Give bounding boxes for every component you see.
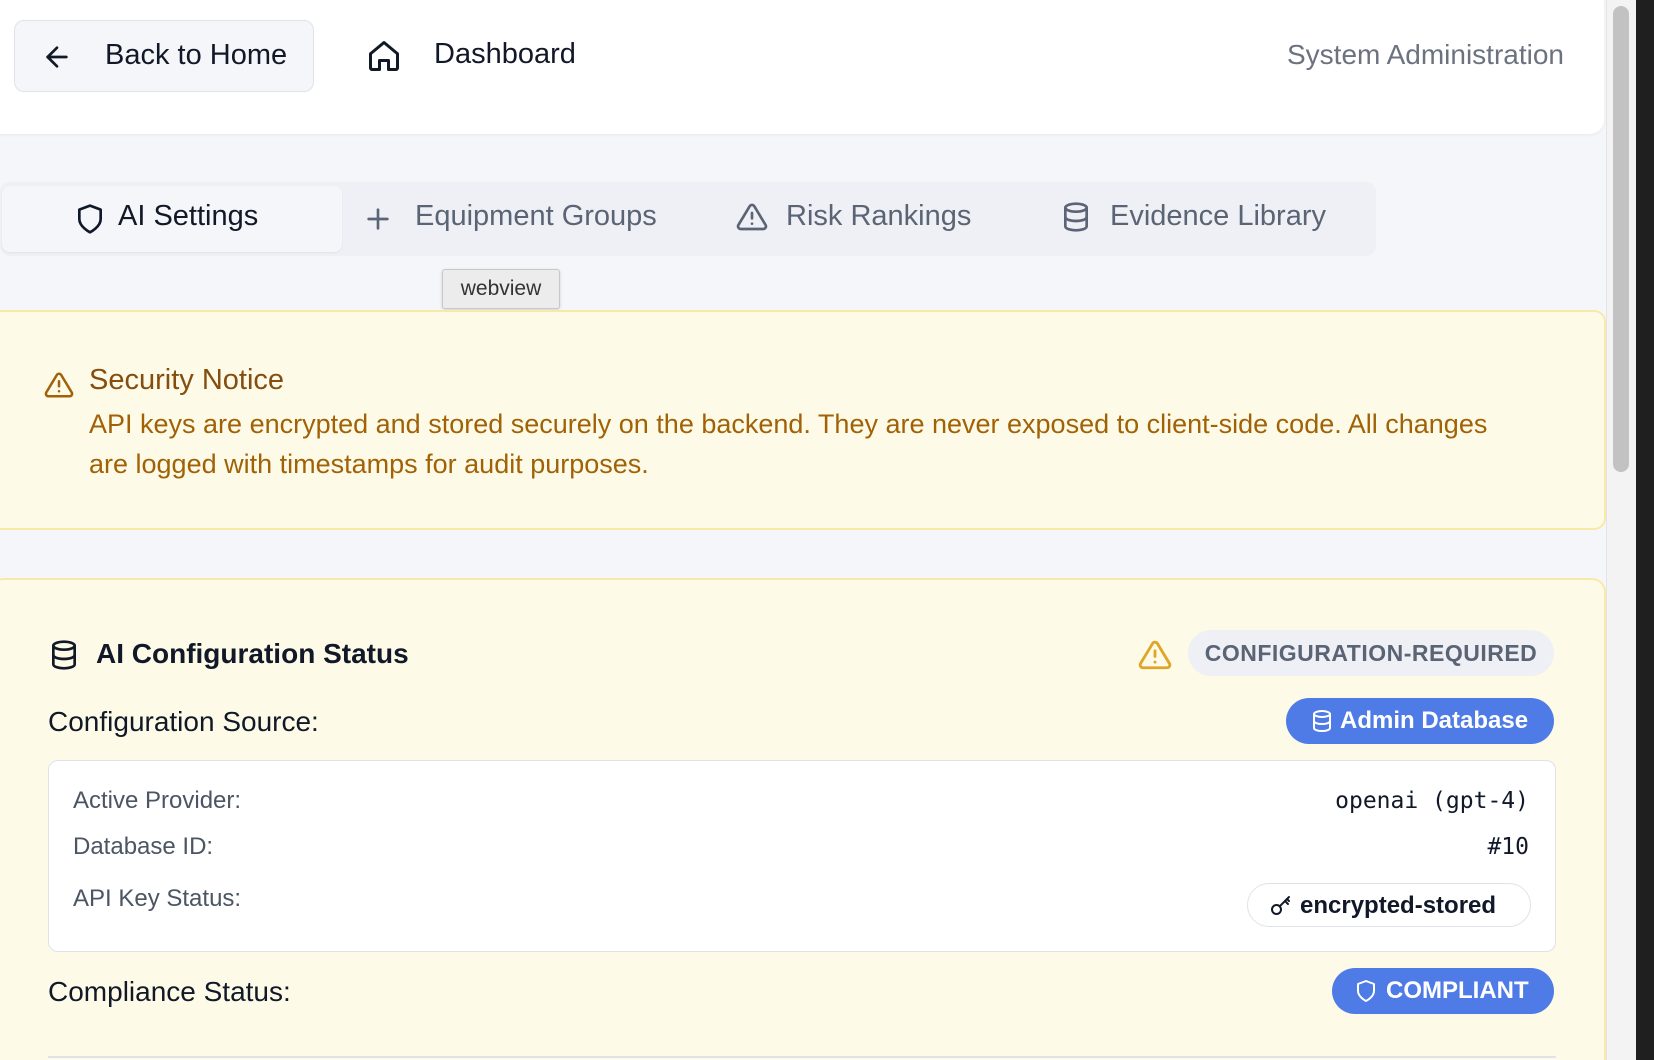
window-edge — [1636, 0, 1654, 1060]
page-title: Dashboard — [434, 38, 576, 70]
tooltip: webview — [442, 269, 560, 309]
back-to-home-button[interactable]: Back to Home — [14, 20, 314, 92]
database-icon — [52, 640, 76, 670]
config-details-panel: Active Provider: openai (gpt-4) Database… — [48, 760, 1556, 952]
tab-evidence-library[interactable]: Evidence Library — [1046, 182, 1366, 256]
tab-risk-rankings[interactable]: Risk Rankings — [720, 182, 1000, 256]
arrow-left-icon — [46, 46, 68, 68]
status-badge: CONFIGURATION-REQUIRED — [1188, 630, 1554, 676]
source-badge: Admin Database — [1286, 698, 1554, 744]
warning-triangle-icon — [736, 203, 768, 231]
detail-label: Database ID: — [73, 833, 214, 860]
warning-triangle-icon — [44, 372, 74, 398]
database-icon — [1313, 710, 1331, 732]
tab-label: Evidence Library — [1110, 200, 1326, 232]
detail-label: API Key Status: — [73, 885, 242, 912]
detail-value: #10 — [1487, 834, 1529, 860]
tab-label: AI Settings — [118, 200, 259, 232]
source-value: Admin Database — [1340, 707, 1529, 734]
settings-tabs: AI Settings Equipment Groups Risk Rankin… — [0, 182, 1376, 256]
warning-triangle-icon — [1138, 640, 1172, 670]
api-key-status-badge: encrypted-stored — [1247, 883, 1531, 927]
security-notice: Security Notice API keys are encrypted a… — [0, 310, 1606, 530]
key-icon — [1271, 896, 1290, 915]
detail-value: openai (gpt-4) — [1335, 788, 1529, 814]
tab-ai-settings[interactable]: AI Settings — [2, 186, 342, 252]
plus-icon — [367, 208, 389, 230]
compliance-status-label: Compliance Status: — [48, 976, 291, 1007]
shield-icon — [1357, 980, 1375, 1002]
page: Back to Home Dashboard System Administra… — [0, 0, 1606, 1060]
tab-label: Risk Rankings — [786, 200, 972, 232]
compliance-badge: COMPLIANT — [1332, 968, 1554, 1014]
top-header: Back to Home Dashboard System Administra… — [0, 0, 1604, 134]
card-title: AI Configuration Status — [96, 638, 409, 669]
notice-title: Security Notice — [89, 364, 285, 396]
section-label: System Administration — [1287, 39, 1564, 70]
ai-configuration-card: AI Configuration Status CONFIGURATION-RE… — [0, 578, 1606, 1060]
tab-equipment-groups[interactable]: Equipment Groups — [350, 182, 670, 256]
tab-label: Equipment Groups — [415, 200, 657, 232]
divider — [48, 1056, 1556, 1058]
configuration-source-label: Configuration Source: — [48, 706, 319, 737]
compliance-value: COMPLIANT — [1386, 977, 1529, 1004]
back-to-home-label: Back to Home — [105, 39, 288, 71]
shield-icon — [78, 204, 102, 234]
home-icon — [369, 41, 399, 71]
detail-label: Active Provider: — [73, 787, 242, 814]
database-icon — [1064, 202, 1088, 232]
scrollbar-thumb[interactable] — [1613, 6, 1629, 472]
notice-text: API keys are encrypted and stored secure… — [89, 409, 1488, 479]
api-key-status-value: encrypted-stored — [1300, 892, 1497, 919]
